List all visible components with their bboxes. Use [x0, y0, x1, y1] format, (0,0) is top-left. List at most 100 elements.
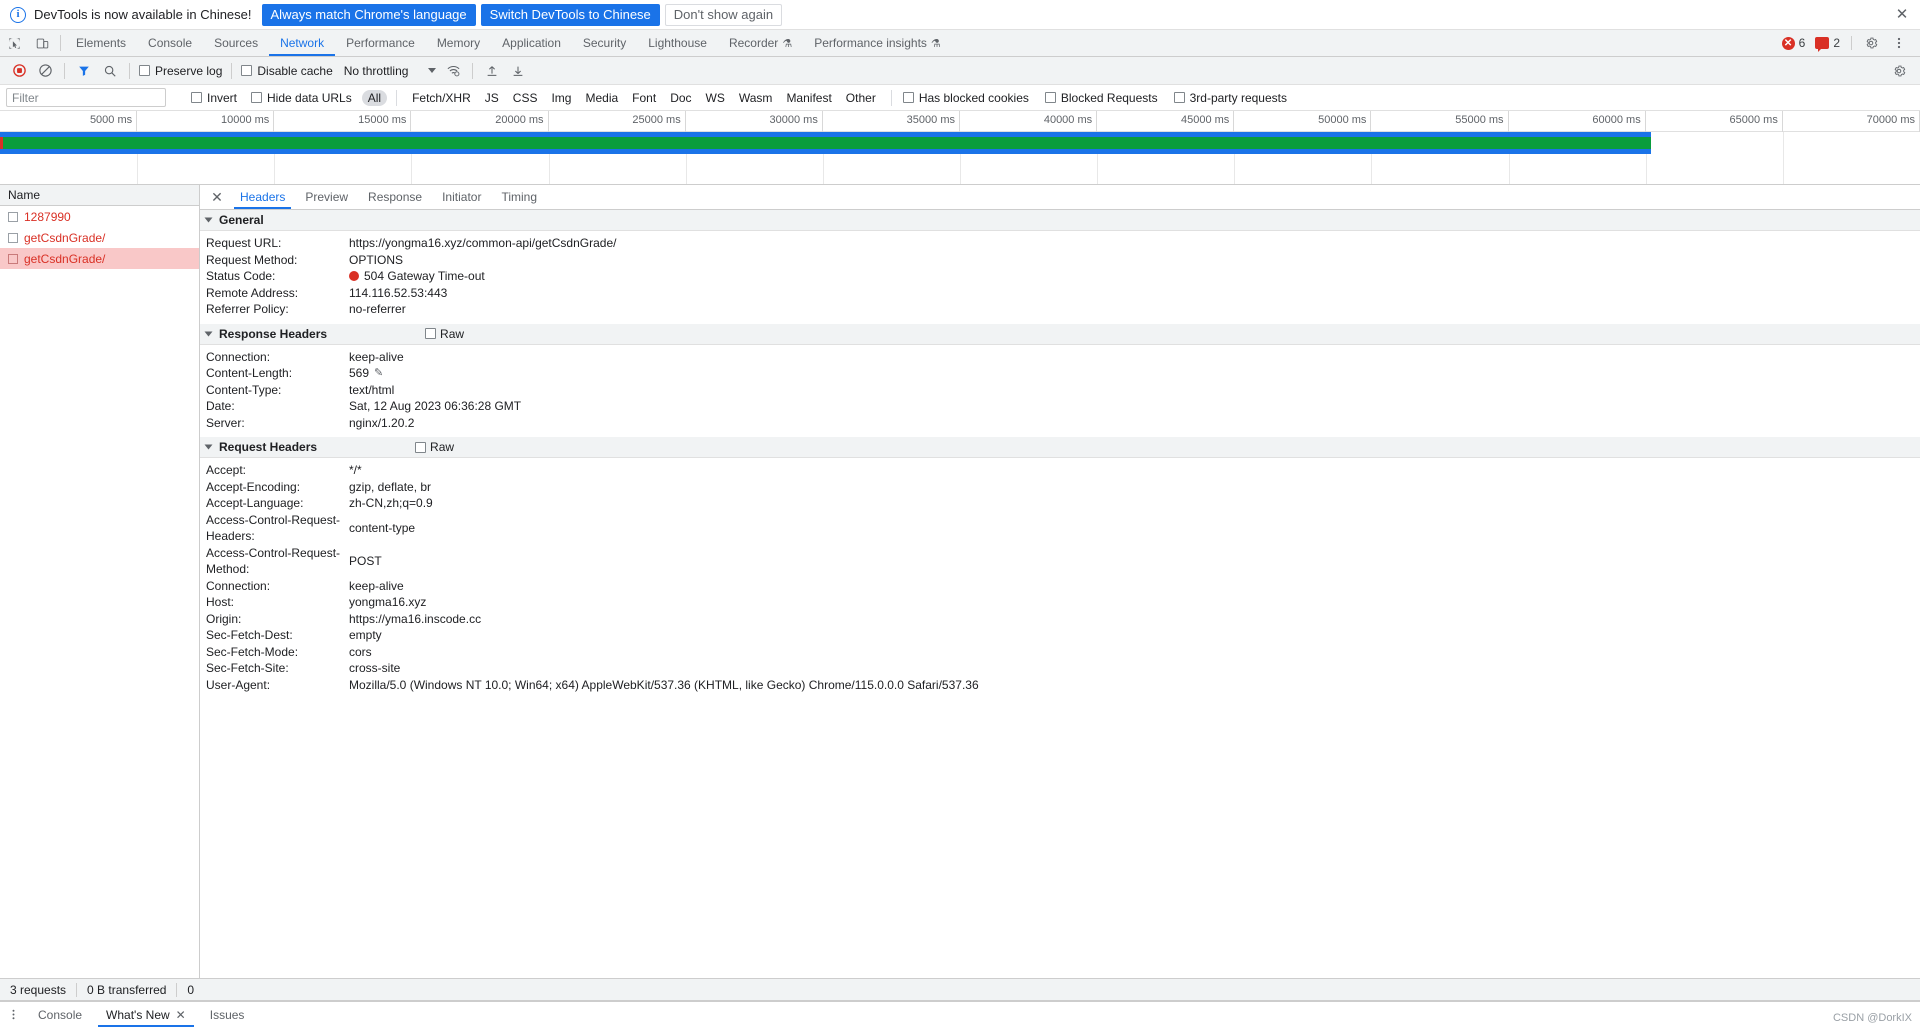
request-raw-checkbox[interactable]: Raw	[415, 440, 454, 454]
filter-type-ws[interactable]: WS	[700, 90, 731, 106]
filter-type-manifest[interactable]: Manifest	[780, 90, 837, 106]
network-overview[interactable]: 5000 ms 10000 ms 15000 ms 20000 ms 25000 ms 3…	[0, 111, 1920, 185]
section-response-headers-header[interactable]: Response Headers Raw	[200, 323, 1920, 345]
preserve-log-checkbox[interactable]: Preserve log	[136, 64, 225, 78]
hide-data-urls-checkbox[interactable]: Hide data URLs	[248, 91, 355, 105]
chevron-down-icon	[204, 331, 213, 336]
filter-type-wasm[interactable]: Wasm	[733, 90, 779, 106]
drawer-tab-console[interactable]: Console	[26, 1002, 94, 1027]
header-value-editable: 569 ✎	[349, 365, 1914, 382]
throttling-dropdown[interactable]: No throttling	[340, 64, 441, 78]
tab-console[interactable]: Console	[137, 30, 203, 56]
filter-type-css[interactable]: CSS	[507, 90, 544, 106]
filter-type-other[interactable]: Other	[840, 90, 882, 106]
device-toolbar-icon[interactable]	[28, 30, 56, 56]
header-key: Sec-Fetch-Site:	[206, 661, 289, 675]
filter-type-font[interactable]: Font	[626, 90, 662, 106]
blocked-requests-checkbox[interactable]: Blocked Requests	[1042, 91, 1161, 105]
close-icon[interactable]: ✕	[204, 185, 230, 209]
header-row: Sec-Fetch-Mode: cors	[200, 644, 1920, 661]
network-conditions-icon[interactable]	[440, 59, 466, 83]
kebab-menu-icon[interactable]	[1886, 32, 1912, 54]
checkbox-box	[1044, 92, 1056, 103]
header-value: cross-site	[349, 661, 401, 675]
row-checkbox-icon	[8, 211, 18, 222]
resources-size: 0	[187, 982, 195, 997]
tab-memory[interactable]: Memory	[426, 30, 491, 56]
header-value: OPTIONS	[349, 252, 404, 267]
tab-sources[interactable]: Sources	[203, 30, 269, 56]
inspect-element-icon[interactable]	[0, 30, 28, 56]
section-general-header[interactable]: General	[200, 210, 1920, 231]
clear-icon[interactable]	[32, 59, 58, 83]
request-list-header[interactable]: Name	[0, 185, 199, 206]
timeline-tick: 45000 ms	[1097, 111, 1235, 132]
has-blocked-cookies-checkbox[interactable]: Has blocked cookies	[900, 91, 1032, 105]
search-icon[interactable]	[97, 59, 123, 83]
header-key: Accept-Language:	[206, 496, 304, 510]
dont-show-again-button[interactable]: Don't show again	[664, 3, 783, 26]
header-row: Status Code: 504 Gateway Time-out	[200, 268, 1920, 285]
kebab-menu-icon[interactable]	[0, 1002, 26, 1027]
tab-label: Lighthouse	[648, 36, 707, 50]
gear-icon[interactable]	[1858, 32, 1884, 54]
filter-type-js[interactable]: JS	[479, 90, 505, 106]
filter-type-doc[interactable]: Doc	[664, 90, 697, 106]
tab-headers[interactable]: Headers	[230, 185, 295, 209]
drawer-tab-whats-new[interactable]: What's New ✕	[94, 1002, 198, 1027]
edit-pencil-icon[interactable]: ✎	[374, 365, 383, 382]
error-count-badge[interactable]: ✕ 6	[1779, 35, 1811, 51]
general-list: Request URL: https://yongma16.xyz/common…	[200, 231, 1920, 324]
close-icon[interactable]: ✕	[1894, 6, 1910, 23]
watermark: CSDN @DorkIX	[1832, 1012, 1912, 1024]
section-request-headers-header[interactable]: Request Headers Raw	[200, 437, 1920, 458]
tab-label: Network	[280, 36, 325, 50]
import-har-icon[interactable]	[479, 59, 505, 83]
tabbar-right-divider	[1851, 36, 1852, 50]
header-key: Connection:	[206, 578, 271, 593]
table-row[interactable]: 1287990	[0, 206, 199, 227]
toolbar-divider	[64, 62, 65, 79]
header-value: zh-CN,zh;q=0.9	[349, 496, 433, 510]
tab-performance-insights[interactable]: Performance insights ⚗	[803, 30, 952, 56]
header-row: User-Agent: Mozilla/5.0 (Windows NT 10.0…	[200, 677, 1920, 694]
filter-type-fetch-xhr[interactable]: Fetch/XHR	[406, 90, 477, 106]
filter-type-img[interactable]: Img	[545, 90, 577, 106]
response-raw-checkbox[interactable]: Raw	[425, 327, 464, 341]
network-settings-gear-icon[interactable]	[1886, 60, 1912, 82]
tab-preview[interactable]: Preview	[295, 185, 358, 209]
tab-response[interactable]: Response	[358, 185, 432, 209]
hide-data-urls-label: Hide data URLs	[267, 90, 352, 105]
raw-label: Raw	[430, 440, 455, 454]
tab-security[interactable]: Security	[572, 30, 637, 56]
disable-cache-checkbox[interactable]: Disable cache	[238, 64, 335, 78]
always-match-language-button[interactable]: Always match Chrome's language	[261, 3, 476, 26]
tab-lighthouse[interactable]: Lighthouse	[637, 30, 718, 56]
warning-count-badge[interactable]: 2	[1812, 35, 1845, 52]
header-value: empty	[349, 628, 382, 642]
filter-type-media[interactable]: Media	[579, 90, 624, 106]
tab-initiator[interactable]: Initiator	[432, 185, 491, 209]
header-key: Content-Length:	[206, 366, 293, 380]
filter-type-all[interactable]: All	[361, 89, 388, 106]
drawer-tab-issues[interactable]: Issues	[198, 1002, 257, 1027]
tab-recorder[interactable]: Recorder ⚗	[718, 30, 803, 56]
tab-elements[interactable]: Elements	[65, 30, 137, 56]
filter-funnel-icon[interactable]	[71, 59, 97, 83]
tab-timing[interactable]: Timing	[491, 185, 547, 209]
switch-devtools-language-button[interactable]: Switch DevTools to Chinese	[480, 3, 660, 26]
table-row[interactable]: getCsdnGrade/	[0, 227, 199, 248]
column-header-name: Name	[8, 188, 41, 202]
tab-network[interactable]: Network	[269, 30, 336, 56]
table-row[interactable]: getCsdnGrade/	[0, 248, 199, 269]
invert-checkbox[interactable]: Invert	[188, 91, 240, 105]
request-name: getCsdnGrade/	[24, 230, 106, 245]
filter-input[interactable]	[6, 88, 166, 107]
tab-application[interactable]: Application	[491, 30, 572, 56]
export-har-icon[interactable]	[505, 59, 531, 83]
close-icon[interactable]: ✕	[176, 1008, 186, 1022]
header-key: Host:	[206, 595, 235, 609]
tab-performance[interactable]: Performance	[335, 30, 426, 56]
third-party-requests-checkbox[interactable]: 3rd-party requests	[1171, 91, 1290, 105]
record-stop-icon[interactable]	[6, 59, 32, 83]
